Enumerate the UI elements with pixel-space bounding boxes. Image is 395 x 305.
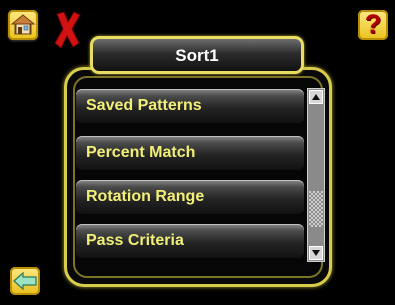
page-title-text: Sort1 xyxy=(175,46,219,65)
list-item-rotation-range[interactable]: Rotation Range xyxy=(76,180,304,214)
home-icon xyxy=(10,14,36,35)
page-title: Sort1 xyxy=(90,36,304,74)
help-button[interactable]: ? xyxy=(358,9,388,40)
scroll-down-icon xyxy=(312,250,320,256)
scroll-up-button[interactable] xyxy=(309,90,323,104)
list-item-pass-criteria[interactable]: Pass Criteria xyxy=(76,224,304,258)
list-item-saved-patterns[interactable]: Saved Patterns xyxy=(76,89,304,123)
scrollbar[interactable] xyxy=(307,88,325,262)
list-item-label: Percent Match xyxy=(86,144,196,161)
scroll-up-icon xyxy=(312,94,320,100)
list-item-label: Pass Criteria xyxy=(86,232,184,249)
close-button[interactable] xyxy=(54,10,82,50)
scroll-thumb[interactable] xyxy=(309,191,323,227)
back-arrow-icon xyxy=(13,271,37,291)
list-item-label: Saved Patterns xyxy=(86,97,202,114)
back-button[interactable] xyxy=(10,267,40,295)
help-icon: ? xyxy=(364,9,382,39)
list-item-percent-match[interactable]: Percent Match xyxy=(76,136,304,170)
scroll-down-button[interactable] xyxy=(309,246,323,260)
close-icon xyxy=(54,11,81,49)
home-button[interactable] xyxy=(8,10,38,40)
list-item-label: Rotation Range xyxy=(86,188,205,205)
